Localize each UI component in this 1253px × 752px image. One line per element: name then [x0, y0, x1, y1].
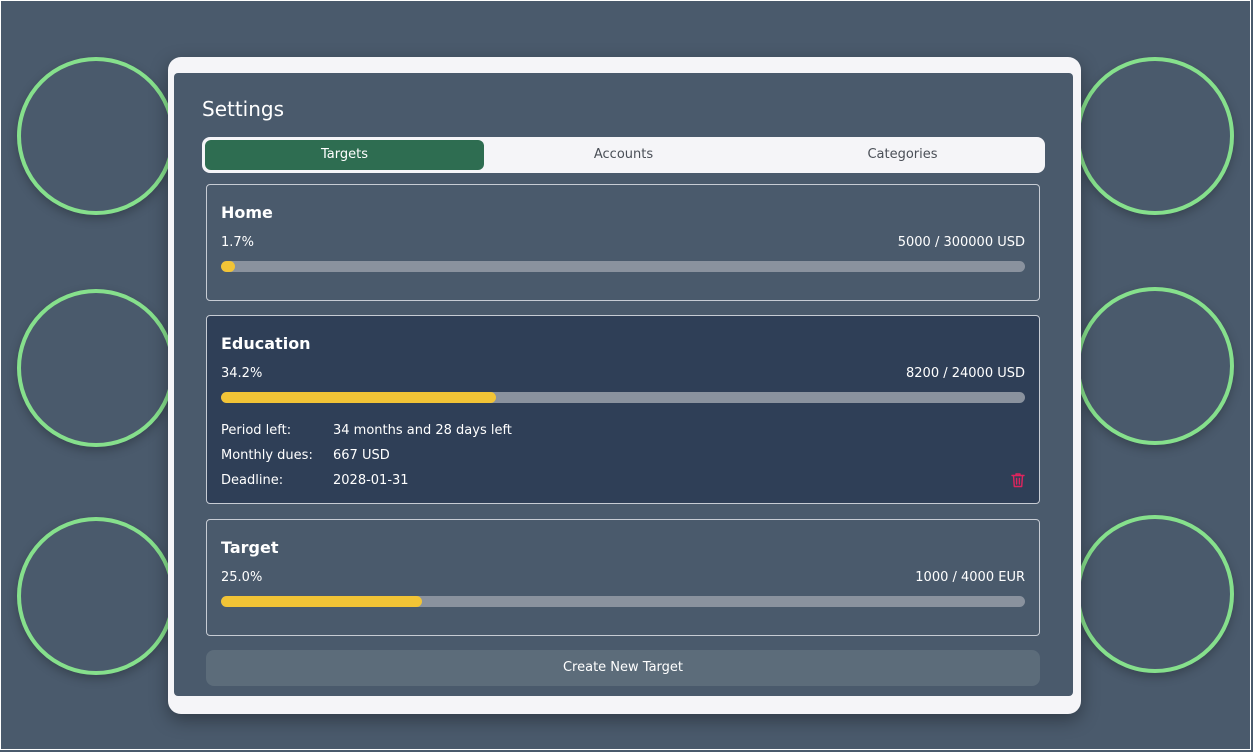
target-percent: 1.7%	[221, 235, 255, 250]
progress-fill	[221, 392, 496, 403]
monthly-dues-value: 667 USD	[333, 448, 390, 463]
target-amount: 8200 / 24000 USD	[906, 366, 1025, 381]
progress-fill	[221, 261, 235, 272]
target-percent: 34.2%	[221, 366, 263, 381]
tab-accounts[interactable]: Accounts	[484, 140, 763, 170]
create-new-target-button[interactable]: Create New Target	[206, 650, 1040, 686]
deadline-label: Deadline:	[221, 473, 284, 488]
decorative-ring	[1076, 515, 1234, 673]
target-card-education[interactable]: Education 34.2% 8200 / 24000 USD Period …	[206, 315, 1040, 504]
target-percent: 25.0%	[221, 570, 263, 585]
tab-bar: Targets Accounts Categories	[202, 137, 1045, 173]
target-name: Education	[221, 334, 311, 353]
trash-icon[interactable]	[1011, 472, 1025, 488]
target-card-target[interactable]: Target 25.0% 1000 / 4000 EUR	[206, 519, 1040, 636]
progress-fill	[221, 596, 422, 607]
tab-categories[interactable]: Categories	[763, 140, 1042, 170]
target-card-home[interactable]: Home 1.7% 5000 / 300000 USD	[206, 184, 1040, 301]
deadline-value: 2028-01-31	[333, 473, 409, 488]
period-left-label: Period left:	[221, 423, 292, 438]
progress-bar	[221, 392, 1025, 403]
progress-bar	[221, 261, 1025, 272]
detail-row-deadline: Deadline: 2028-01-31	[221, 468, 512, 493]
target-name: Home	[221, 203, 273, 222]
target-amount: 5000 / 300000 USD	[897, 235, 1025, 250]
target-amount: 1000 / 4000 EUR	[915, 570, 1025, 585]
settings-window: Settings Targets Accounts Categories Hom…	[168, 57, 1081, 714]
target-name: Target	[221, 538, 279, 557]
progress-bar	[221, 596, 1025, 607]
period-left-value: 34 months and 28 days left	[333, 423, 512, 438]
decorative-ring	[17, 57, 175, 215]
settings-panel: Settings Targets Accounts Categories Hom…	[174, 73, 1073, 696]
decorative-ring	[17, 517, 175, 675]
target-details: Period left: 34 months and 28 days left …	[221, 418, 512, 493]
monthly-dues-label: Monthly dues:	[221, 448, 313, 463]
page-title: Settings	[202, 97, 285, 121]
decorative-ring	[1076, 57, 1234, 215]
detail-row-monthly: Monthly dues: 667 USD	[221, 443, 512, 468]
tab-targets[interactable]: Targets	[205, 140, 484, 170]
detail-row-period: Period left: 34 months and 28 days left	[221, 418, 512, 443]
decorative-ring	[1076, 287, 1234, 445]
decorative-ring	[17, 289, 175, 447]
